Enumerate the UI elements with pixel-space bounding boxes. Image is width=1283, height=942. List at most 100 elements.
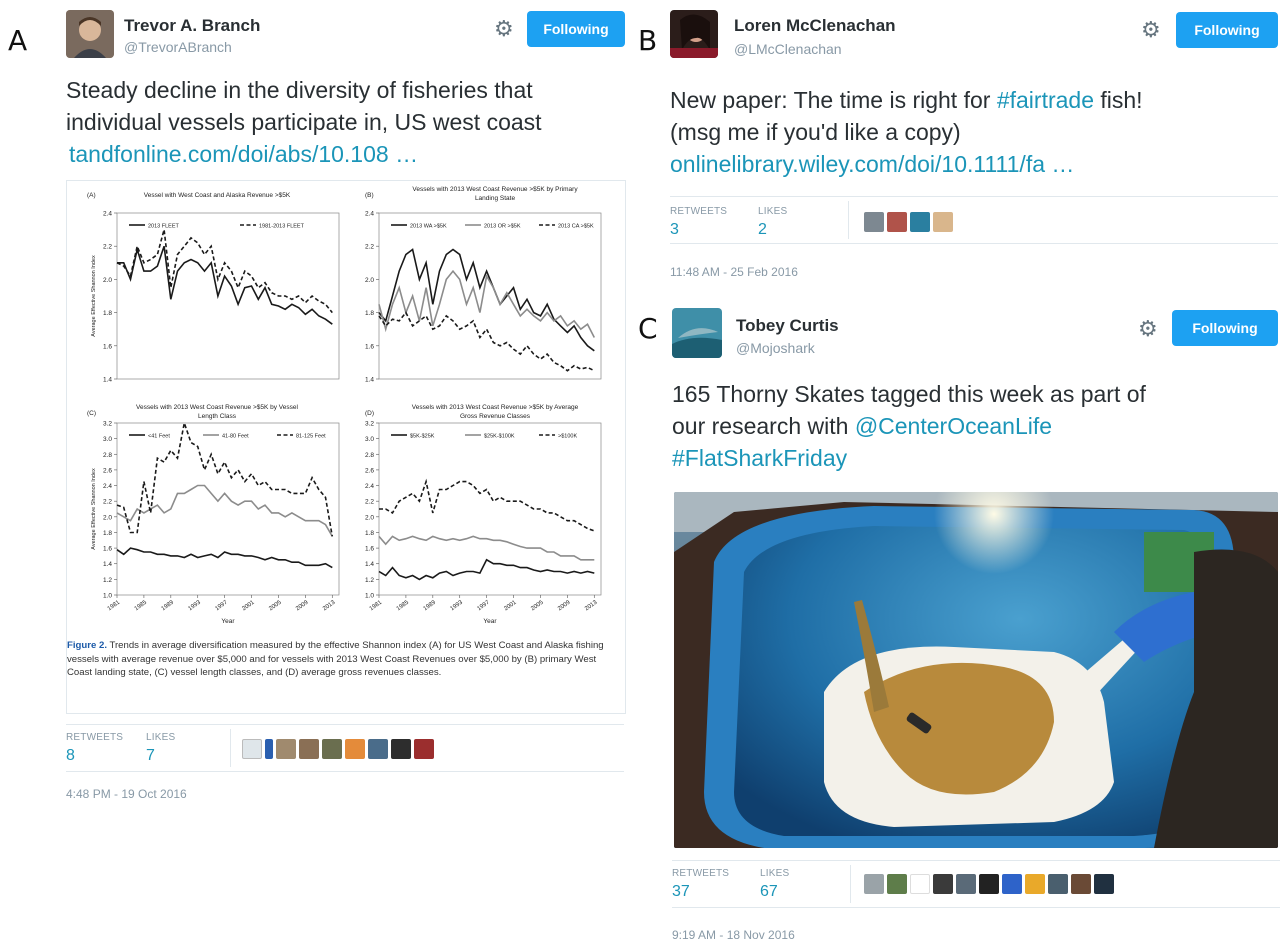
y-tick-label: 1.0 (103, 593, 112, 600)
liker-avatar[interactable] (299, 739, 319, 759)
chart-panel-label: (C) (87, 410, 96, 417)
retweets-count[interactable]: 37 (672, 883, 690, 901)
avatar-photo-icon (670, 10, 718, 58)
y-tick-label: 2.0 (103, 514, 112, 521)
avatar[interactable] (670, 10, 718, 58)
liker-avatar[interactable] (414, 739, 434, 759)
chart-title: Gross Revenue Classes (460, 413, 531, 420)
liker-avatar[interactable] (1025, 874, 1045, 894)
liker-avatar[interactable] (910, 874, 930, 894)
tweet-timestamp[interactable]: 11:48 AM - 25 Feb 2016 (670, 265, 798, 279)
series-line-3 (378, 311, 595, 372)
tweet-text: New paper: The time is right for #fairtr… (670, 84, 1280, 180)
chart-title: Vessels with 2013 West Coast Revenue >$5… (412, 404, 579, 411)
hashtag-link[interactable]: #fairtrade (997, 87, 1094, 113)
liker-avatar[interactable] (265, 739, 273, 759)
liker-avatar[interactable] (368, 739, 388, 759)
avatar[interactable] (672, 308, 722, 358)
retweets-count[interactable]: 3 (670, 221, 679, 239)
user-handle[interactable]: @LMcClenachan (734, 41, 842, 57)
likes-count[interactable]: 2 (758, 221, 767, 239)
user-handle[interactable]: @TrevorABranch (124, 39, 232, 55)
display-name[interactable]: Loren McClenachan (734, 16, 896, 36)
x-tick-label: 1981 (107, 599, 122, 612)
y-tick-label: 2.0 (103, 277, 112, 284)
liker-avatar[interactable] (933, 874, 953, 894)
display-name[interactable]: Tobey Curtis (736, 316, 839, 336)
display-name[interactable]: Trevor A. Branch (124, 16, 260, 36)
x-tick-label: 2001 (241, 599, 256, 612)
legend-label: 81-125 Feet (296, 434, 326, 440)
figure-card[interactable]: (A) Vessel with West Coast and Alaska Rev… (66, 180, 626, 714)
series-line-2 (378, 535, 595, 561)
x-tick-label: 1993 (187, 599, 202, 612)
liker-avatar[interactable] (887, 212, 907, 232)
y-tick-label: 2.0 (365, 277, 374, 284)
legend-label: 2013 WA >$5K (410, 224, 447, 230)
retweets-count[interactable]: 8 (66, 747, 75, 765)
chart-title: Vessels with 2013 West Coast Revenue >$5… (136, 404, 298, 411)
liker-avatar[interactable] (1002, 874, 1022, 894)
y-axis-label: Average Effective Shannon Index (91, 255, 97, 337)
avatar-photo-icon (66, 10, 114, 58)
y-tick-label: 1.0 (365, 593, 374, 600)
tweet-stats: RETWEETS 3 LIKES 2 (670, 196, 1278, 244)
y-tick-label: 1.6 (365, 546, 374, 553)
tweet-link[interactable]: onlinelibrary.wiley.com/doi/10.1111/fa … (670, 148, 1280, 180)
tweet-text-line: individual vessels participate in, US we… (66, 109, 542, 135)
y-tick-label: 1.8 (103, 310, 112, 317)
liker-avatar[interactable] (322, 739, 342, 759)
legend-label: >$100K (558, 434, 577, 440)
chart-b: (B) Vessels with 2013 West Coast Revenue … (365, 186, 602, 384)
liker-avatar[interactable] (933, 212, 953, 232)
tweet-stats: RETWEETS 37 LIKES 67 (672, 860, 1280, 908)
tweet-a: Trevor A. Branch @TrevorABranch ⚙ Follow… (0, 0, 630, 810)
x-tick-label: 2009 (295, 599, 310, 612)
liker-avatar[interactable] (1071, 874, 1091, 894)
following-button[interactable]: Following (527, 11, 625, 47)
tweet-text-line: (msg me if you'd like a copy) (670, 119, 961, 145)
tweet-text-line: 165 Thorny Skates tagged this week as pa… (672, 381, 1146, 407)
liker-avatar[interactable] (956, 874, 976, 894)
x-tick-label: 1985 (134, 599, 149, 612)
y-tick-label: 2.8 (365, 452, 374, 459)
liker-avatars (864, 874, 1114, 894)
x-tick-label: 1989 (423, 599, 438, 612)
hashtag-link[interactable]: #FlatSharkFriday (672, 442, 1282, 474)
plot-frame (116, 212, 340, 380)
liker-avatar[interactable] (979, 874, 999, 894)
x-tick-label: 2001 (503, 599, 518, 612)
liker-avatar[interactable] (391, 739, 411, 759)
liker-avatar[interactable] (910, 212, 930, 232)
chart-panel-label: (A) (87, 192, 96, 199)
tweet-timestamp[interactable]: 9:19 AM - 18 Nov 2016 (672, 928, 795, 942)
gear-icon[interactable]: ⚙ (1138, 318, 1158, 340)
tweet-text: 165 Thorny Skates tagged this week as pa… (672, 378, 1282, 474)
liker-avatar[interactable] (887, 874, 907, 894)
chart-c: (C) Vessels with 2013 West Coast Revenue … (87, 404, 340, 625)
following-button[interactable]: Following (1176, 12, 1278, 48)
x-tick-label: 1985 (396, 599, 411, 612)
y-tick-label: 1.8 (103, 530, 112, 537)
liker-avatar[interactable] (276, 739, 296, 759)
liker-avatar[interactable] (345, 739, 365, 759)
avatar[interactable] (66, 10, 114, 58)
mention-link[interactable]: @CenterOceanLife (855, 413, 1052, 439)
likes-label: LIKES (146, 732, 176, 743)
y-tick-label: 2.6 (103, 467, 112, 474)
user-handle[interactable]: @Mojoshark (736, 340, 815, 356)
liker-avatar[interactable] (864, 874, 884, 894)
gear-icon[interactable]: ⚙ (1141, 19, 1161, 41)
liker-avatar[interactable] (1048, 874, 1068, 894)
tweet-link[interactable]: tandfonline.com/doi/abs/10.108 … (66, 138, 626, 170)
liker-avatar[interactable] (242, 739, 262, 759)
following-button[interactable]: Following (1172, 310, 1278, 346)
gear-icon[interactable]: ⚙ (494, 18, 514, 40)
likes-count[interactable]: 67 (760, 883, 778, 901)
series-line-3 (116, 419, 334, 537)
skate-photo[interactable] (674, 492, 1278, 848)
liker-avatar[interactable] (864, 212, 884, 232)
likes-count[interactable]: 7 (146, 747, 155, 765)
liker-avatar[interactable] (1094, 874, 1114, 894)
tweet-timestamp[interactable]: 4:48 PM - 19 Oct 2016 (66, 787, 187, 801)
